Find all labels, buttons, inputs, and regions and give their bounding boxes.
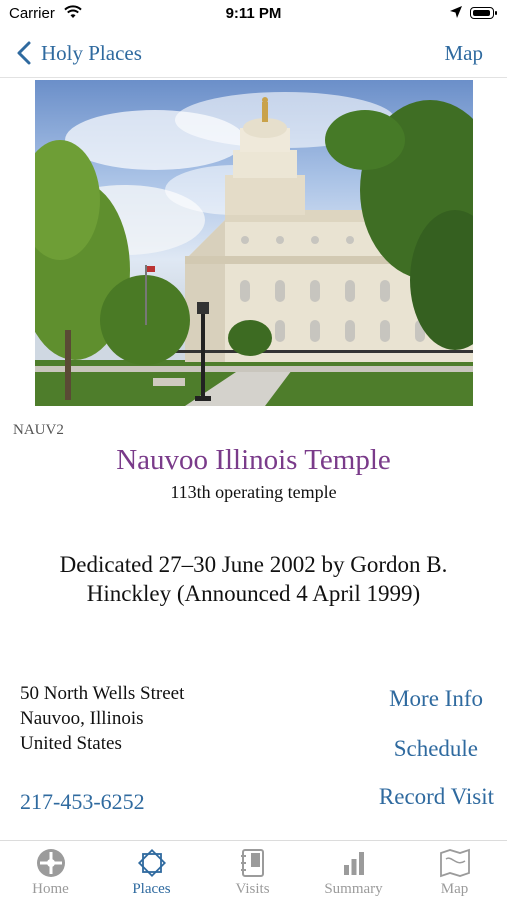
location-arrow-icon bbox=[449, 5, 463, 23]
address-country: United States bbox=[20, 733, 122, 754]
battery-icon bbox=[470, 7, 497, 19]
operating-rank: 113th operating temple bbox=[170, 482, 337, 502]
phone-link[interactable]: 217-453-6252 bbox=[20, 789, 145, 815]
places-icon bbox=[137, 848, 167, 878]
tab-bar: Home Places Visits Summary Map bbox=[0, 840, 507, 900]
place-code: NAUV2 bbox=[13, 422, 64, 438]
tab-map-label: Map bbox=[440, 881, 469, 897]
dedication-info: Dedicated 27–30 June 2002 by Gordon B. H… bbox=[59, 552, 448, 606]
address: 50 North Wells Street Nauvoo, Illinois U… bbox=[20, 681, 184, 756]
tab-map[interactable]: Map bbox=[404, 841, 505, 900]
tab-summary-label: Summary bbox=[324, 881, 383, 897]
tab-summary[interactable]: Summary bbox=[303, 841, 404, 900]
visits-icon bbox=[241, 849, 264, 877]
tab-visits[interactable]: Visits bbox=[202, 841, 303, 900]
home-icon bbox=[37, 849, 65, 877]
address-city: Nauvoo, Illinois bbox=[20, 708, 144, 729]
status-bar: Carrier 9:11 PM bbox=[0, 0, 507, 28]
back-button[interactable]: Holy Places bbox=[14, 38, 142, 68]
tab-visits-label: Visits bbox=[235, 881, 270, 897]
back-button-label: Holy Places bbox=[41, 40, 142, 65]
schedule-button[interactable]: Schedule bbox=[394, 736, 478, 762]
record-visit-button[interactable]: Record Visit bbox=[379, 784, 494, 810]
map-nav-button[interactable]: Map bbox=[445, 41, 484, 66]
status-time: 9:11 PM bbox=[225, 5, 282, 22]
tab-home[interactable]: Home bbox=[0, 841, 101, 900]
address-street: 50 North Wells Street bbox=[20, 683, 185, 704]
navigation-bar: Holy Places Map bbox=[0, 28, 507, 78]
tab-places[interactable]: Places bbox=[101, 841, 202, 900]
tab-home-label: Home bbox=[32, 881, 69, 897]
chevron-left-icon bbox=[17, 41, 31, 65]
temple-photo bbox=[35, 80, 473, 406]
more-info-button[interactable]: More Info bbox=[389, 686, 483, 712]
temple-name: Nauvoo Illinois Temple bbox=[116, 444, 391, 476]
tab-places-label: Places bbox=[132, 881, 171, 897]
summary-icon bbox=[344, 852, 364, 875]
map-icon bbox=[440, 848, 470, 878]
